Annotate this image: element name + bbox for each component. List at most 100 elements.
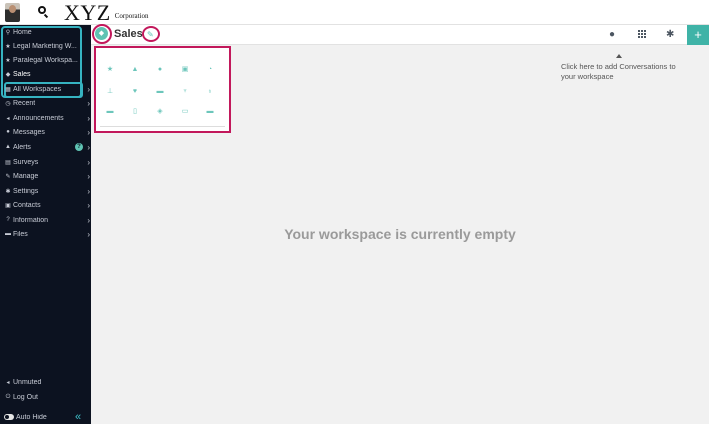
chevron-right-icon: › xyxy=(87,172,90,181)
sidebar-item-label: All Workspaces xyxy=(13,85,62,93)
sidebar-item-label: Information xyxy=(13,216,49,224)
sidebar-logout[interactable]: ⏻ Log Out xyxy=(0,390,91,404)
logo-main: XYZ xyxy=(64,0,111,25)
sidebar-item-label: Surveys xyxy=(13,158,39,166)
gear-icon: ✱ xyxy=(5,188,11,195)
icon-picker-grid: ★ ▲ ● ▣ ◔ ⊥ ♥ ▬ ♆ ♁ ▬ ▯ ◈ ▭ ▬ xyxy=(100,52,225,127)
map-pin-icon: ⚲ xyxy=(5,29,11,36)
sidebar-item-sales[interactable]: ◆ Sales xyxy=(0,67,91,81)
chevron-right-icon: › xyxy=(87,143,90,152)
company-logo: XYZ Corporation xyxy=(64,0,149,26)
sidebar-item-alerts[interactable]: ▲ Alerts ? › xyxy=(0,140,91,154)
sidebar-item-surveys[interactable]: ▤ Surveys › xyxy=(0,155,91,169)
help-icon: ? xyxy=(6,217,10,223)
sidebar-item-messages[interactable]: ● Messages › xyxy=(0,125,91,139)
warning-icon: ▲ xyxy=(5,144,11,150)
icon-picker: ★ ▲ ● ▣ ◔ ⊥ ♥ ▬ ♆ ♁ ▬ ▯ ◈ ▭ ▬ xyxy=(94,46,231,133)
sidebar-item-contacts[interactable]: ▣ Contacts › xyxy=(0,198,91,212)
trophy-icon[interactable]: ♆ xyxy=(179,86,191,98)
star-icon: ★ xyxy=(5,43,11,50)
chevron-right-icon: › xyxy=(87,114,90,123)
pin-icon[interactable]: ⊥ xyxy=(104,86,116,98)
graduation-cap-icon[interactable]: ▲ xyxy=(129,64,141,76)
chevron-right-icon: › xyxy=(87,187,90,196)
annotation-circle xyxy=(142,26,160,42)
add-button[interactable]: + xyxy=(687,25,709,45)
conversation-icon[interactable]: ● xyxy=(609,29,615,40)
autohide-toggle[interactable] xyxy=(4,414,14,420)
sidebar-item-label: Recent xyxy=(13,99,36,107)
network-icon[interactable]: ◈ xyxy=(154,106,166,118)
unmuted-label: Unmuted xyxy=(13,378,42,386)
calendar-icon[interactable]: ▬ xyxy=(104,106,116,118)
sidebar-item-label: Paralegal Workspa... xyxy=(13,56,78,64)
sidebar-item-announcements[interactable]: ◂ Announcements › xyxy=(0,111,91,125)
chevron-right-icon: › xyxy=(87,216,90,225)
speaker-icon: ◂ xyxy=(6,379,10,386)
logo-sub: Corporation xyxy=(114,12,149,20)
page-header: ◆ Sales ✎ ● ✱ + xyxy=(91,24,709,45)
layers-icon: ◆ xyxy=(5,71,11,78)
pie-chart-icon[interactable]: ◔ xyxy=(204,64,216,76)
user-avatar[interactable] xyxy=(5,3,20,22)
sidebar-item-label: Legal Marketing W... xyxy=(13,42,77,50)
sidebar-item-home[interactable]: ⚲ Home xyxy=(0,25,91,39)
search-icon[interactable] xyxy=(38,6,46,14)
badge-icon[interactable]: ● xyxy=(154,64,166,76)
empty-state-message: Your workspace is currently empty xyxy=(284,226,516,242)
clipboard-icon: ▤ xyxy=(5,159,11,166)
sidebar-item-manage[interactable]: ✎ Manage › xyxy=(0,169,91,183)
apps-grid-icon[interactable] xyxy=(638,30,647,39)
sidebar-unmuted[interactable]: ◂ Unmuted xyxy=(0,375,91,389)
logout-icon: ⏻ xyxy=(5,393,11,400)
sidebar-item-label: Files xyxy=(13,230,28,238)
clipboard-icon[interactable]: ▯ xyxy=(129,106,141,118)
annotation-circle xyxy=(92,24,112,44)
award-icon[interactable]: ♁ xyxy=(204,86,216,98)
sidebar-item-label: Settings xyxy=(13,187,39,195)
chevron-right-icon: › xyxy=(87,128,90,137)
sidebar-item-label: Alerts xyxy=(13,143,31,151)
sidebar-item-settings[interactable]: ✱ Settings › xyxy=(0,184,91,198)
sidebar-item-label: Home xyxy=(13,28,32,36)
sidebar-item-label: Contacts xyxy=(13,201,41,209)
top-bar: XYZ Corporation xyxy=(0,0,709,25)
sidebar-item-recent[interactable]: ◷ Recent › xyxy=(0,96,91,110)
briefcase-icon[interactable]: ▬ xyxy=(154,86,166,98)
star-icon[interactable]: ★ xyxy=(104,64,116,76)
conversations-hint[interactable]: Click here to add Conversations to your … xyxy=(561,62,691,82)
contacts-icon: ▣ xyxy=(5,202,11,209)
sidebar-item-label: Messages xyxy=(13,128,45,136)
sidebar-item-label: Manage xyxy=(13,172,39,180)
gear-icon[interactable]: ✱ xyxy=(666,29,674,40)
heart-icon[interactable]: ♥ xyxy=(129,86,141,98)
megaphone-icon: ◂ xyxy=(6,115,10,122)
sidebar-item-all-workspaces[interactable]: ▦ All Workspaces › xyxy=(0,82,91,96)
chevron-right-icon: › xyxy=(87,85,90,94)
chevron-right-icon: › xyxy=(87,201,90,210)
sidebar-item-label: Announcements xyxy=(13,114,64,122)
folder-icon: ▬ xyxy=(5,231,11,237)
alerts-badge: ? xyxy=(75,143,83,151)
sidebar-item-information[interactable]: ? Information › xyxy=(0,213,91,227)
collapse-sidebar-icon[interactable]: « xyxy=(75,411,81,423)
chat-icon: ● xyxy=(6,129,10,135)
logout-label: Log Out xyxy=(13,393,38,401)
portrait-icon[interactable]: ▣ xyxy=(179,64,191,76)
star-icon: ★ xyxy=(5,57,11,64)
image-icon[interactable]: ▭ xyxy=(179,106,191,118)
chevron-right-icon: › xyxy=(87,158,90,167)
sidebar-item-paralegal[interactable]: ★ Paralegal Workspa... xyxy=(0,53,91,67)
sidebar-item-files[interactable]: ▬ Files › xyxy=(0,227,91,241)
message-icon[interactable]: ▬ xyxy=(204,106,216,118)
autohide-label: Auto Hide xyxy=(16,413,47,421)
grid-icon: ▦ xyxy=(5,86,11,93)
sidebar-item-label: Sales xyxy=(13,70,31,78)
chevron-right-icon: › xyxy=(87,230,90,239)
sidebar-item-legal-marketing[interactable]: ★ Legal Marketing W... xyxy=(0,39,91,53)
hint-arrow-icon xyxy=(616,54,622,58)
page-title: Sales xyxy=(114,28,143,40)
pencil-icon: ✎ xyxy=(5,173,11,180)
sidebar: ⚲ Home ★ Legal Marketing W... ★ Paralega… xyxy=(0,25,91,424)
clock-icon: ◷ xyxy=(5,100,11,107)
